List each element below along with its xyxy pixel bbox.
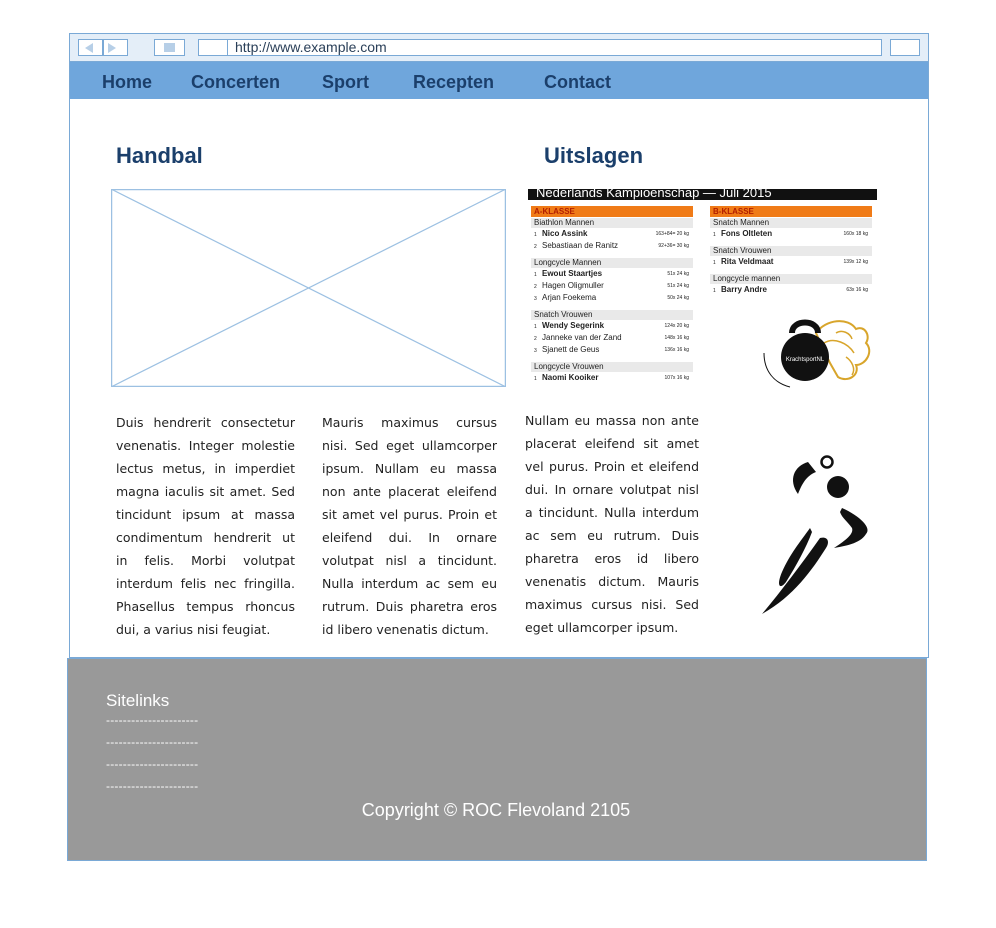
sitelink-2[interactable]: ---------------------- (106, 735, 198, 749)
results-row: 1 Wendy Segerink 124x 20 kg (531, 320, 693, 332)
result-score: 50x 24 kg (667, 295, 689, 301)
section-title-uitslagen: Uitslagen (544, 143, 644, 168)
nav-sport[interactable]: Sport (322, 72, 369, 93)
address-url: http://www.example.com (235, 39, 387, 55)
result-score: 148x 16 kg (664, 335, 689, 341)
nav-home[interactable]: Home (102, 72, 152, 93)
back-button[interactable] (78, 39, 103, 56)
results-category: Snatch Mannen (710, 218, 872, 228)
copyright-text: Copyright © ROC Flevoland 2105 (361, 800, 631, 820)
results-category: Snatch Vrouwen (710, 246, 872, 256)
main-nav: Home Concerten Sport Recepten Contact (70, 62, 928, 99)
results-category: Biathlon Mannen (531, 218, 693, 228)
result-rank: 1 (534, 376, 537, 382)
kettlebell-logo-icon: KrachtsportNL (763, 319, 871, 388)
result-rank: 1 (713, 260, 716, 266)
results-row: 1 Ewout Staartjes 51x 24 kg (531, 268, 693, 280)
results-row: 2 Janneke van der Zand 148x 16 kg (531, 332, 693, 344)
results-row: 1 Fons Oltleten 160x 18 kg (710, 228, 872, 240)
browser-toolbar: http://www.example.com (70, 34, 928, 62)
text-column-1: Duis hendrerit consectetur venenatis. In… (116, 415, 295, 637)
result-name: Janneke van der Zand (542, 333, 622, 342)
results-row: 3 Arjan Foekema 50x 24 kg (531, 292, 693, 304)
result-score: 92+36= 30 kg (658, 243, 689, 249)
result-score: 51x 24 kg (667, 283, 689, 289)
text-column-3: Nullam eu massa non ante placerat eleife… (525, 413, 699, 635)
back-arrow-icon (85, 43, 93, 53)
result-score: 163+84= 20 kg (655, 231, 689, 237)
results-a-klasse: A-KLASSE Biathlon Mannen 1 Nico Assink 163+… (531, 206, 693, 384)
sitelink-4[interactable]: ---------------------- (106, 779, 198, 793)
result-name: Wendy Segerink (542, 321, 605, 330)
result-score: 136x 16 kg (664, 347, 689, 353)
results-row: 1 Barry Andre 63x 16 kg (710, 284, 872, 296)
results-row: 1 Rita Veldmaat 139x 12 kg (710, 256, 872, 268)
result-score: 63x 16 kg (846, 287, 868, 293)
results-banner: Nederlands Kampioenschap — Juli 2015 (528, 189, 877, 200)
results-row: 2 Sebastiaan de Ranitz 92+36= 30 kg (531, 240, 693, 252)
home-button[interactable] (154, 39, 185, 56)
sitelink-1[interactable]: ---------------------- (106, 713, 198, 727)
result-name: Naomi Kooiker (542, 373, 599, 382)
result-rank: 3 (534, 296, 537, 302)
result-rank: 1 (713, 232, 716, 238)
text-column-2: Mauris maximus cursus nisi. Sed eget ull… (322, 415, 497, 637)
result-name: Ewout Staartjes (542, 269, 603, 278)
result-score: 139x 12 kg (843, 259, 868, 265)
results-b-klasse: B-KLASSE Snatch Mannen 1 Fons Oltleten 160x… (710, 206, 872, 296)
result-name: Arjan Foekema (542, 293, 597, 302)
result-score: 51x 24 kg (667, 271, 689, 277)
nav-concerten[interactable]: Concerten (191, 72, 280, 93)
results-category: Longcycle Vrouwen (531, 362, 693, 372)
result-name: Sjanett de Geus (542, 345, 600, 354)
nav-contact[interactable]: Contact (544, 72, 611, 93)
result-rank: 1 (713, 288, 716, 294)
b-klasse-header: B-KLASSE (710, 206, 872, 217)
result-name: Nico Assink (542, 229, 588, 238)
result-rank: 3 (534, 348, 537, 354)
result-score: 107x 16 kg (664, 375, 689, 381)
a-klasse-header: A-KLASSE (531, 206, 693, 217)
sitelink-3[interactable]: ---------------------- (106, 757, 198, 771)
sitelinks-title: Sitelinks (106, 691, 170, 710)
section-title-handbal: Handbal (116, 143, 203, 168)
footer: Sitelinks ---------------------- -------… (67, 658, 927, 861)
forward-button[interactable] (103, 39, 128, 56)
results-row: 2 Hagen Oligmuller 51x 24 kg (531, 280, 693, 292)
results-row: 1 Nico Assink 163+84= 20 kg (531, 228, 693, 240)
logo-text: KrachtsportNL (786, 357, 825, 363)
results-category: Longcycle mannen (710, 274, 872, 284)
results-row: 3 Sjanett de Geus 136x 16 kg (531, 344, 693, 356)
address-bar[interactable]: http://www.example.com (198, 39, 882, 56)
result-score: 124x 20 kg (664, 323, 689, 329)
nav-recepten[interactable]: Recepten (413, 72, 494, 93)
result-name: Sebastiaan de Ranitz (542, 241, 619, 250)
menu-button[interactable] (890, 39, 920, 56)
result-name: Barry Andre (721, 285, 767, 294)
image-placeholder (111, 189, 506, 387)
results-category: Longcycle Mannen (531, 258, 693, 268)
address-separator (227, 40, 228, 55)
result-rank: 2 (534, 244, 537, 250)
results-image: Nederlands Kampioenschap — Juli 2015 A-K… (528, 189, 877, 390)
results-category: Snatch Vrouwen (531, 310, 693, 320)
result-name: Hagen Oligmuller (542, 281, 604, 290)
forward-arrow-icon (108, 43, 116, 53)
home-icon (164, 43, 175, 52)
result-name: Fons Oltleten (721, 229, 773, 238)
result-name: Rita Veldmaat (721, 257, 774, 266)
handball-player-icon (762, 455, 868, 614)
results-row: 1 Naomi Kooiker 107x 16 kg (531, 372, 693, 384)
result-score: 160x 18 kg (843, 231, 868, 237)
